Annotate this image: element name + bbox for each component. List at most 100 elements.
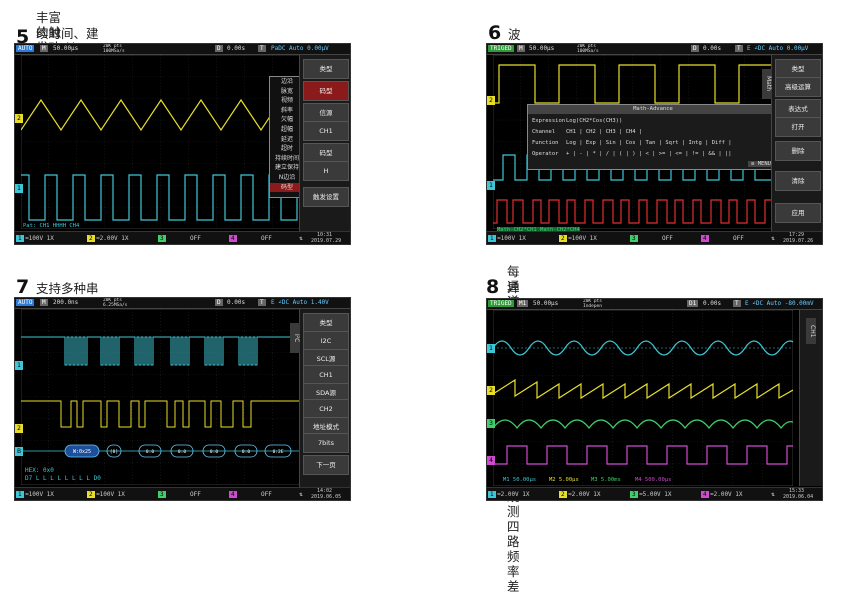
ch4-badge[interactable]: 4 — [701, 491, 709, 498]
ch3-timebase[interactable]: M3 5.00ms — [591, 477, 621, 483]
decode-packet[interactable]: 0:0 — [210, 449, 218, 455]
ch3-scale[interactable]: OFF — [190, 491, 201, 498]
ch3-badge[interactable]: 3 — [630, 235, 638, 242]
ch4-marker[interactable]: 4 — [487, 456, 495, 465]
timebase-value[interactable]: 50.00μs — [53, 45, 78, 52]
menu-delete-button[interactable]: 删除 — [775, 141, 821, 161]
ch2-scale[interactable]: ≈100V 1X — [96, 491, 125, 498]
menu-advanced-math-button[interactable]: 高级运算 — [775, 77, 821, 97]
ch2-badge[interactable]: 2 — [87, 235, 95, 242]
ch3-scale[interactable]: ≈5.00V 1X — [639, 491, 672, 498]
ch1-badge[interactable]: 1 — [16, 491, 24, 498]
menu-type-button[interactable]: 类型 — [303, 59, 349, 79]
expression-value[interactable]: Log(CH2*Cos(CH3)) — [566, 118, 622, 124]
ch4-scale[interactable]: ≈2.00V 1X — [710, 491, 743, 498]
trigger-info[interactable]: E ∠DC Auto -80.00mV — [745, 300, 814, 307]
menu-next-page-button[interactable]: 下一页 — [303, 455, 349, 475]
ch2-badge[interactable]: 2 — [559, 491, 567, 498]
ch4-badge[interactable]: 4 — [701, 235, 709, 242]
ch2-badge[interactable]: 2 — [87, 491, 95, 498]
trigger-info[interactable]: E ∠DC Auto 1.40V — [271, 299, 329, 306]
menu-open-button[interactable]: 打开 — [775, 117, 821, 137]
ch4-badge[interactable]: 4 — [229, 491, 237, 498]
ch3-badge[interactable]: 3 — [158, 491, 166, 498]
ch1-scale[interactable]: ≈2.00V 1X — [497, 491, 530, 498]
ch4-scale[interactable]: OFF — [261, 235, 272, 242]
timebase-value[interactable]: 50.00μs — [529, 45, 554, 52]
decode-packet[interactable]: W:0x25 — [73, 449, 91, 455]
decode-packet[interactable]: 0:0 — [242, 449, 250, 455]
menu-source-button[interactable]: 信源 — [303, 103, 349, 123]
ch2-marker[interactable]: 2 — [487, 386, 495, 395]
ch3-scale[interactable]: OFF — [190, 235, 201, 242]
menu-i2c-button[interactable]: I2C — [303, 331, 349, 351]
ch4-badge[interactable]: 4 — [229, 235, 237, 242]
delay-value[interactable]: 0.00s — [703, 45, 721, 52]
menu-ch2-button[interactable]: CH2 — [303, 399, 349, 419]
menu-apply-button[interactable]: 应用 — [775, 203, 821, 223]
channel-options[interactable]: CH1 | CH2 | CH3 | CH4 | — [566, 129, 642, 135]
ch1-badge[interactable]: 1 — [16, 235, 24, 242]
ch1-marker[interactable]: 1 — [15, 184, 23, 193]
delay-value[interactable]: 0.00s — [227, 299, 245, 306]
operator-options[interactable]: + | - | * | / | ( | ) | < | >= | <= | !=… — [566, 151, 732, 157]
ch1-badge[interactable]: 1 — [488, 491, 496, 498]
menu-pattern-button[interactable]: 码型 — [303, 81, 349, 101]
ch3-scale[interactable]: OFF — [662, 235, 673, 242]
sample-rate: 100MSa/s — [103, 49, 125, 54]
ch4-timebase[interactable]: M4 500.00μs — [635, 477, 671, 483]
decode-packet[interactable]: 0:0 — [178, 449, 186, 455]
ch1-marker[interactable]: 1 — [15, 361, 23, 370]
run-mode-badge[interactable]: TRIGED — [488, 45, 514, 52]
ch1-scale[interactable]: ≈100V 1X — [497, 235, 526, 242]
menu-clear-button[interactable]: 清除 — [775, 171, 821, 191]
menu-code-button[interactable]: 码型 — [303, 143, 349, 163]
ch4-scale[interactable]: OFF — [733, 235, 744, 242]
menu-ch1-button[interactable]: CH1 — [303, 365, 349, 385]
ch2-marker[interactable]: 2 — [15, 114, 23, 123]
ch3-badge[interactable]: 3 — [630, 491, 638, 498]
menu-type-button[interactable]: 类型 — [303, 313, 349, 333]
ch2-scale[interactable]: ≈100V 1X — [568, 235, 597, 242]
run-mode-badge[interactable]: AUTO — [16, 299, 35, 306]
ch1-marker[interactable]: 1 — [487, 344, 495, 353]
ch2-scale[interactable]: ≈2.00V 1X — [568, 491, 601, 498]
ch2-marker[interactable]: 2 — [15, 424, 23, 433]
ch1-scale[interactable]: ≈100V 1X — [25, 491, 54, 498]
timebase-value[interactable]: 50.00μs — [533, 300, 558, 307]
ch2-scale[interactable]: ≈2.00V 1X — [96, 235, 129, 242]
menu-h-button[interactable]: H — [303, 161, 349, 181]
decode-packet[interactable]: 0:2E — [273, 449, 284, 455]
trigger-info[interactable]: PaDC Auto 0.00μV — [271, 45, 329, 52]
decode-packet[interactable]: [8] — [110, 449, 118, 455]
trigger-info[interactable]: E ∠DC Auto 0.00μV — [747, 45, 808, 52]
ch1-timebase[interactable]: M1 50.00μs — [503, 477, 536, 483]
math-side-tab[interactable]: Math — [762, 69, 772, 99]
menu-type-button[interactable]: 类型 — [775, 59, 821, 79]
ch2-marker[interactable]: 2 — [487, 96, 495, 105]
timebase-value[interactable]: 200.0ns — [53, 299, 78, 306]
expression-row[interactable]: ExpressionLog(CH2*Cos(CH3)) — [532, 116, 774, 127]
ch1-marker[interactable]: 1 — [487, 181, 495, 190]
ch4-scale[interactable]: OFF — [261, 491, 272, 498]
menu-ch1-button[interactable]: CH1 — [303, 121, 349, 141]
function-options[interactable]: Log | Exp | Sin | Cos | Tan | Sqrt | Int… — [566, 140, 732, 146]
delay-value[interactable]: 0.00s — [703, 300, 721, 307]
bus-marker[interactable]: B — [15, 447, 23, 456]
panel-6-number: 6 — [488, 22, 502, 44]
menu-7bits-button[interactable]: 7bits — [303, 433, 349, 453]
ch2-badge[interactable]: 2 — [559, 235, 567, 242]
ch3-badge[interactable]: 3 — [158, 235, 166, 242]
ch3-marker[interactable]: 3 — [487, 419, 495, 428]
run-mode-badge[interactable]: TRIGED — [488, 300, 514, 307]
decode-packet[interactable]: 0:0 — [146, 449, 154, 455]
menu-trigger-settings-button[interactable]: 触发设置 — [303, 187, 349, 207]
i2c-side-tab[interactable]: I²C — [290, 323, 300, 353]
menu-expression-button[interactable]: 表达式 — [775, 99, 821, 119]
ch1-side-tab[interactable]: CH1 — [806, 318, 816, 344]
ch1-scale[interactable]: ≈100V 1X — [25, 235, 54, 242]
run-mode-badge[interactable]: AUTO — [16, 45, 35, 52]
ch1-badge[interactable]: 1 — [488, 235, 496, 242]
delay-value[interactable]: 0.00s — [227, 45, 245, 52]
ch2-timebase[interactable]: M2 5.00μs — [549, 477, 579, 483]
